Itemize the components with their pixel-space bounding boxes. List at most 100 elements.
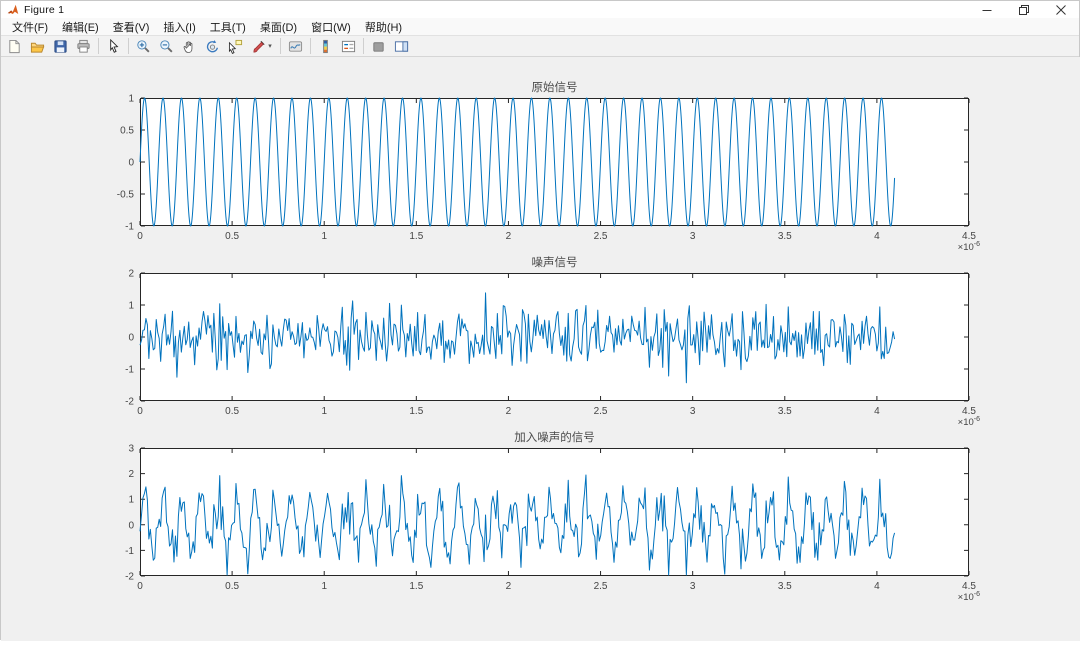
hide-plot-tools-button[interactable] (367, 36, 390, 57)
y-tick-label: 0.5 (120, 126, 134, 137)
x-tick-label: 2 (506, 231, 512, 242)
x-tick-label: 0 (137, 581, 143, 592)
x-tick-label: 1.5 (409, 231, 423, 242)
zoom-out-icon (160, 39, 173, 53)
x-tick-label: 0 (137, 231, 143, 242)
insert-colorbar-icon (323, 39, 328, 53)
x-tick-label: 1 (321, 231, 327, 242)
x-tick-label: 3 (690, 581, 696, 592)
menu-item-view[interactable]: 查看(V) (106, 18, 157, 36)
x-tick-label: 3.5 (778, 231, 792, 242)
x-tick-label: 1 (321, 581, 327, 592)
print-button[interactable] (72, 36, 95, 57)
x-tick-label: 0 (137, 406, 143, 417)
x-axis-multiplier: ×10-6 (958, 416, 980, 428)
menu-item-edit[interactable]: 编辑(E) (55, 18, 106, 36)
new-file-icon (9, 39, 20, 53)
y-tick-label: 2 (128, 269, 134, 280)
rotate-3d-button[interactable] (201, 36, 224, 57)
y-tick-label: -0.5 (117, 190, 135, 201)
subplot-title: 原始信号 (532, 80, 578, 94)
x-tick-label: 0.5 (225, 231, 239, 242)
y-tick-label: 1 (128, 301, 134, 312)
axes-box (140, 448, 969, 576)
print-icon (77, 39, 90, 53)
x-tick-label: 2.5 (594, 406, 608, 417)
subplot-1: 原始信号0 0.5 1 1.5 2 2.5 3 3.5 4 4.5-1-0.500.51×10-6 (117, 80, 980, 253)
toolbar-separator (363, 38, 364, 54)
x-tick-label: 0.5 (225, 406, 239, 417)
zoom-in-icon (137, 39, 150, 53)
x-tick-label: 3 (690, 231, 696, 242)
menu-bar: 文件(F) 编辑(E) 查看(V) 插入(I) 工具(T) 桌面(D) 窗口(W) 帮助(H) (1, 18, 1079, 35)
minimize-button[interactable] (968, 1, 1005, 18)
dropdown-caret-icon[interactable]: ▾ (268, 43, 272, 50)
show-plot-tools-button[interactable] (390, 36, 413, 57)
maximize-restore-button[interactable] (1005, 1, 1042, 18)
data-cursor-button[interactable] (224, 36, 247, 57)
open-file-icon (30, 42, 45, 53)
toolbar-separator (280, 38, 281, 54)
data-cursor-icon (228, 39, 243, 54)
toolbar-separator (128, 38, 129, 54)
window-controls (968, 1, 1079, 18)
x-tick-label: 2 (506, 406, 512, 417)
save-icon (54, 39, 67, 53)
menu-item-help[interactable]: 帮助(H) (358, 18, 409, 36)
insert-legend-button[interactable] (337, 36, 360, 57)
subplot-title: 加入噪声的信号 (514, 430, 595, 444)
x-tick-label: 3.5 (778, 581, 792, 592)
y-tick-label: 3 (128, 444, 134, 455)
x-axis-multiplier: ×10-6 (958, 591, 980, 603)
x-tick-label: 0.5 (225, 581, 239, 592)
pointer-icon (110, 38, 119, 53)
toolbar: ▾ (1, 35, 1079, 57)
link-plot-button[interactable] (284, 36, 307, 57)
x-tick-label: 1.5 (409, 581, 423, 592)
pan-icon (183, 40, 193, 53)
y-tick-label: 0 (128, 333, 134, 344)
x-axis-multiplier: ×10-6 (958, 241, 980, 253)
plots-svg: 原始信号0 0.5 1 1.5 2 2.5 3 3.5 4 4.5-1-0.500.51×10-6… (117, 80, 980, 603)
x-tick-label: 2.5 (594, 231, 608, 242)
menu-item-desktop[interactable]: 桌面(D) (253, 18, 304, 36)
save-button[interactable] (49, 36, 72, 57)
zoom-in-button[interactable] (132, 36, 155, 57)
x-tick-label: 3.5 (778, 406, 792, 417)
zoom-out-button[interactable] (155, 36, 178, 57)
hide-plot-tools-icon (373, 41, 384, 52)
x-tick-label: 4 (874, 406, 880, 417)
insert-legend-icon (341, 40, 356, 52)
menu-item-insert[interactable]: 插入(I) (156, 18, 202, 36)
pointer-button[interactable] (102, 36, 125, 57)
insert-colorbar-button[interactable] (314, 36, 337, 57)
subplot-3: 加入噪声的信号0 0.5 1 1.5 2 2.5 3 3.5 4 4.5-2-10123×10-6 (125, 430, 980, 603)
subplot-title: 噪声信号 (532, 255, 578, 269)
y-tick-label: 1 (128, 94, 134, 105)
x-tick-label: 1.5 (409, 406, 423, 417)
x-tick-label: 2.5 (594, 581, 608, 592)
x-tick-label: 1 (321, 406, 327, 417)
y-tick-label: 1 (128, 495, 134, 506)
menu-item-file[interactable]: 文件(F) (5, 18, 55, 36)
y-tick-label: -2 (125, 572, 134, 583)
show-plot-tools-icon (394, 40, 409, 52)
open-file-button[interactable] (26, 36, 49, 57)
menu-item-tools[interactable]: 工具(T) (203, 18, 253, 36)
y-tick-label: -1 (125, 546, 134, 557)
close-button[interactable] (1042, 1, 1079, 18)
y-tick-label: -1 (125, 365, 134, 376)
pan-button[interactable] (178, 36, 201, 57)
link-plot-icon (288, 40, 303, 52)
brush-icon (253, 40, 265, 53)
brush-button[interactable]: ▾ (247, 36, 277, 57)
y-tick-label: 0 (128, 158, 134, 169)
title-bar: Figure 1 (1, 1, 1079, 18)
new-file-button[interactable] (3, 36, 26, 57)
subplot-2: 噪声信号0 0.5 1 1.5 2 2.5 3 3.5 4 4.5-2-1012×10-6 (125, 255, 980, 428)
y-tick-label: -2 (125, 397, 134, 408)
rotate-3d-icon (206, 39, 219, 52)
window-title: Figure 1 (24, 3, 65, 16)
y-tick-label: 2 (128, 469, 134, 480)
menu-item-window[interactable]: 窗口(W) (304, 18, 358, 36)
